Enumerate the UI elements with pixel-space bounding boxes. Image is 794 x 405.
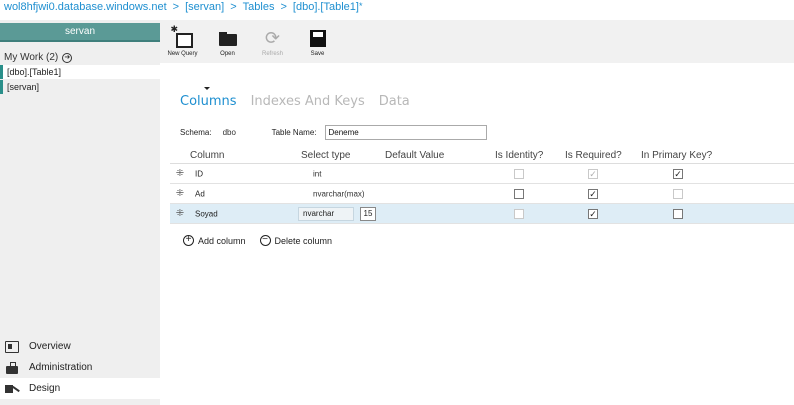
breadcrumb-separator: >: [230, 1, 237, 13]
column-name[interactable]: Ad: [195, 189, 205, 198]
save-label: Save: [310, 51, 325, 57]
drag-handle-icon[interactable]: ⁜: [175, 168, 185, 179]
nav-administration-label: Administration: [29, 362, 93, 373]
administration-icon: [5, 361, 19, 374]
server-name[interactable]: servan: [0, 23, 160, 42]
nav-overview[interactable]: Overview: [0, 336, 160, 357]
is-identity-checkbox[interactable]: [514, 168, 524, 179]
plus-circle-icon: +: [183, 235, 194, 246]
breadcrumb-database[interactable]: [servan]: [185, 1, 224, 13]
table-row-selected[interactable]: ⁜ Soyad nvarchar 15 ✓: [170, 204, 794, 224]
new-query-icon: [171, 24, 193, 48]
save-button[interactable]: Save: [295, 20, 340, 63]
column-name[interactable]: ID: [195, 169, 203, 178]
schema-select[interactable]: dbo: [220, 126, 264, 140]
header-column: Column: [190, 150, 225, 161]
header-select-type: Select type: [301, 150, 351, 161]
breadcrumb-separator: >: [172, 1, 180, 13]
minus-circle-icon: −: [259, 235, 271, 246]
drag-handle-icon[interactable]: ⁜: [175, 208, 185, 219]
breadcrumb: wol8hfjwi0.database.windows.net > [servan]…: [0, 0, 794, 20]
my-work-label: My Work (2): [4, 52, 59, 63]
drag-handle-icon[interactable]: ⁜: [175, 188, 185, 199]
toolbar: New Query Open ⟳ Refresh Save: [160, 20, 794, 63]
table-name-label: Table Name:: [271, 128, 317, 137]
arrow-right-icon[interactable]: ➜: [62, 52, 73, 63]
is-required-checkbox[interactable]: ✓: [588, 168, 598, 179]
add-column-button[interactable]: + Add column: [183, 235, 246, 246]
my-work-header[interactable]: My Work (2) ➜: [4, 52, 73, 63]
nav-overview-label: Overview: [29, 341, 71, 352]
breadcrumb-table: [dbo].[Table1]: [292, 1, 359, 13]
sidebar: servan My Work (2) ➜ [dbo].[Table1] [ser…: [0, 20, 160, 405]
table-row[interactable]: ⁜ ID int ✓ ✓: [170, 164, 794, 184]
nav-design[interactable]: Design: [0, 378, 160, 399]
is-identity-checkbox[interactable]: [514, 188, 524, 199]
header-default-value: Default Value: [385, 150, 445, 161]
is-identity-checkbox[interactable]: [514, 208, 524, 219]
refresh-icon: ⟳: [264, 28, 281, 48]
column-type[interactable]: nvarchar(max): [313, 189, 365, 198]
breadcrumb-separator: >: [280, 1, 287, 13]
table-row[interactable]: ⁜ Ad nvarchar(max) ✓: [170, 184, 794, 204]
design-panel: Columns Indexes And Keys Data Schema: db…: [160, 63, 794, 405]
delete-column-button[interactable]: − Delete column: [259, 235, 333, 246]
designer-tabs: Columns Indexes And Keys Data: [180, 87, 424, 109]
tab-data[interactable]: Data: [379, 94, 410, 109]
breadcrumb-server[interactable]: wol8hfjwi0.database.windows.net: [4, 1, 167, 13]
header-is-identity: Is Identity?: [495, 150, 544, 161]
floppy-disk-icon: [308, 30, 328, 47]
column-actions: + Add column − Delete column: [183, 235, 346, 246]
new-query-button[interactable]: New Query: [160, 20, 205, 63]
primary-key-checkbox[interactable]: ✓: [673, 168, 683, 179]
tab-indexes-and-keys[interactable]: Indexes And Keys: [251, 94, 365, 109]
delete-column-label: Delete column: [274, 235, 333, 246]
open-button[interactable]: Open: [205, 20, 250, 63]
open-label: Open: [220, 51, 235, 57]
add-column-label: Add column: [198, 235, 246, 246]
primary-key-checkbox[interactable]: [673, 208, 683, 219]
new-query-label: New Query: [167, 51, 198, 57]
column-name[interactable]: Soyad: [195, 209, 218, 218]
nav-administration[interactable]: Administration: [0, 357, 160, 378]
header-is-required: Is Required?: [565, 150, 622, 161]
column-type[interactable]: int: [313, 169, 321, 178]
column-length-input[interactable]: 15: [360, 206, 376, 221]
work-item-servan[interactable]: [servan]: [0, 80, 160, 94]
refresh-button[interactable]: ⟳ Refresh: [250, 20, 295, 63]
work-item-table1[interactable]: [dbo].[Table1]: [0, 65, 160, 79]
folder-icon: [218, 30, 238, 47]
header-primary-key: In Primary Key?: [641, 150, 713, 161]
table-name-input[interactable]: [324, 125, 487, 140]
overview-icon: [5, 340, 19, 353]
schema-label: Schema:: [180, 128, 212, 137]
is-required-checkbox[interactable]: ✓: [588, 188, 598, 199]
columns-grid-header: Column Select type Default Value Is Iden…: [170, 150, 794, 164]
refresh-label: Refresh: [261, 51, 283, 57]
tab-columns[interactable]: Columns: [180, 87, 237, 109]
design-icon: [5, 383, 19, 395]
breadcrumb-tables[interactable]: Tables: [243, 1, 275, 13]
nav-design-label: Design: [29, 383, 61, 394]
is-required-checkbox[interactable]: ✓: [588, 208, 598, 219]
primary-key-checkbox[interactable]: [673, 188, 683, 199]
column-type-select[interactable]: nvarchar: [298, 206, 354, 221]
unsaved-marker: *: [358, 1, 363, 11]
table-properties: Schema: dbo Table Name:: [180, 125, 487, 140]
